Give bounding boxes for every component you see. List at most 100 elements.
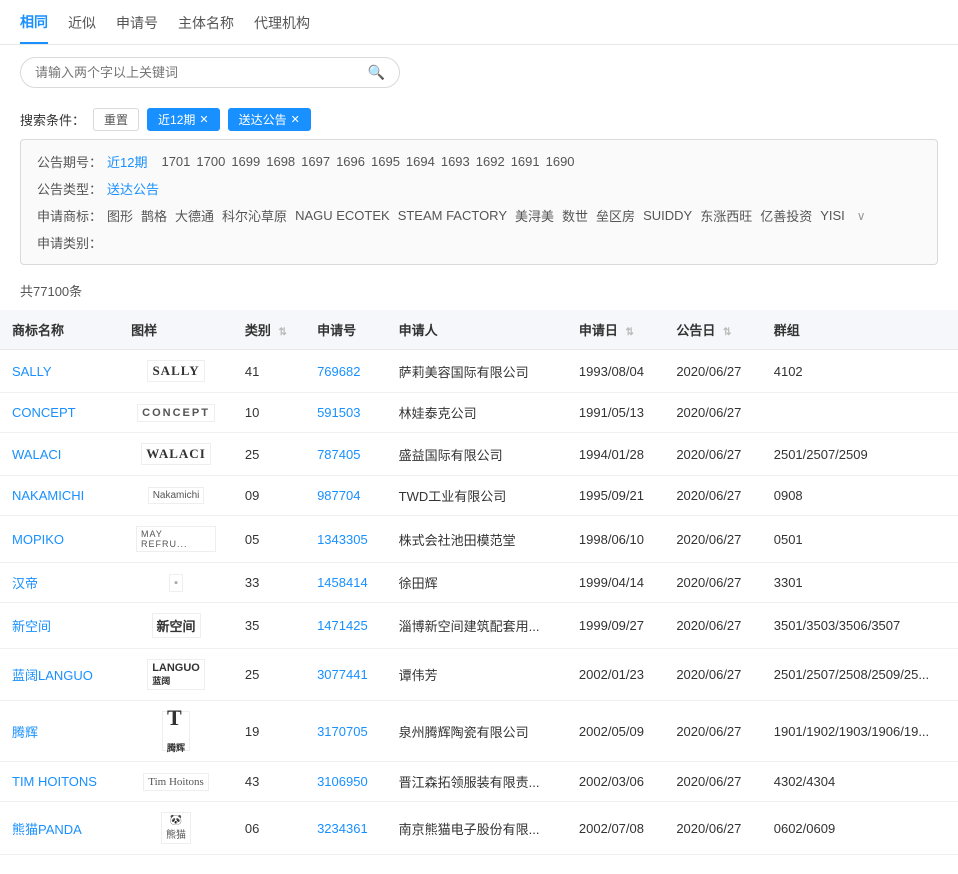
period-1699[interactable]: 1699: [231, 154, 260, 169]
cell-group-6: 3501/3503/3506/3507: [762, 603, 958, 649]
period-1692[interactable]: 1692: [476, 154, 505, 169]
top-nav: 相同 近似 申请号 主体名称 代理机构: [0, 0, 958, 45]
cell-category-9: 43: [233, 762, 305, 802]
cell-category-6: 35: [233, 603, 305, 649]
cell-logo-0: SALLY: [119, 350, 233, 393]
tm-大德通[interactable]: 大德通: [175, 206, 214, 225]
condition-period-list: 1701 1700 1699 1698 1697 1696 1695 1694 …: [161, 154, 574, 169]
cell-appno-8: 3170705: [305, 701, 387, 762]
table-row: WALACI WALACI 25 787405 盛益国际有限公司 1994/01…: [0, 433, 958, 476]
period-1701[interactable]: 1701: [161, 154, 190, 169]
tm-SUIDDY[interactable]: SUIDDY: [643, 208, 692, 223]
table-row: CONCEPT CONCEPT 10 591503 林娃泰克公司 1991/05…: [0, 393, 958, 433]
name-link-1[interactable]: CONCEPT: [12, 405, 76, 420]
period-1700[interactable]: 1700: [196, 154, 225, 169]
name-link-2[interactable]: WALACI: [12, 447, 61, 462]
cell-name-3: NAKAMICHI: [0, 476, 119, 516]
tm-美浔美[interactable]: 美浔美: [515, 206, 554, 225]
appno-link-6[interactable]: 1471425: [317, 618, 368, 633]
condition-period-key: 公告期号：: [37, 152, 107, 171]
appno-link-2[interactable]: 787405: [317, 447, 360, 462]
cell-pubdate-10: 2020/06/27: [664, 802, 761, 855]
table-row: 腾辉 T腾辉 19 3170705 泉州腾辉陶瓷有限公司 2002/05/09 …: [0, 701, 958, 762]
appno-link-8[interactable]: 3170705: [317, 724, 368, 739]
th-pubdate: 公告日 ⇅: [664, 310, 761, 350]
tm-科尔沁草原[interactable]: 科尔沁草原: [222, 206, 287, 225]
cell-logo-2: WALACI: [119, 433, 233, 476]
condition-type-val[interactable]: 送达公告: [107, 179, 159, 198]
name-link-5[interactable]: 汉帝: [12, 576, 38, 591]
cell-category-5: 33: [233, 563, 305, 603]
sort-category-icon[interactable]: ⇅: [279, 327, 287, 338]
tm-YISI[interactable]: YISI: [820, 208, 845, 223]
tm-数世[interactable]: 数世: [562, 206, 588, 225]
cell-applicant-6: 淄博新空间建筑配套用...: [387, 603, 567, 649]
nav-item-agency[interactable]: 代理机构: [254, 13, 310, 43]
cell-pubdate-5: 2020/06/27: [664, 563, 761, 603]
period-1694[interactable]: 1694: [406, 154, 435, 169]
appno-link-1[interactable]: 591503: [317, 405, 360, 420]
close-icon[interactable]: ✕: [199, 113, 208, 126]
tm-NAGU-ECOTEK[interactable]: NAGU ECOTEK: [295, 208, 390, 223]
cell-applicant-3: TWD工业有限公司: [387, 476, 567, 516]
table-row: NAKAMICHI Nakamichi 09 987704 TWD工业有限公司 …: [0, 476, 958, 516]
appno-link-10[interactable]: 3234361: [317, 821, 368, 836]
period-1690[interactable]: 1690: [546, 154, 575, 169]
condition-category-key: 申请类别：: [37, 233, 107, 252]
filter-tag-period[interactable]: 近12期✕: [147, 108, 220, 131]
name-link-4[interactable]: MOPIKO: [12, 532, 64, 547]
nav-item-xiangtong[interactable]: 相同: [20, 12, 48, 44]
expand-icon[interactable]: ∨: [857, 209, 866, 223]
appno-link-3[interactable]: 987704: [317, 488, 360, 503]
appno-link-4[interactable]: 1343305: [317, 532, 368, 547]
cell-logo-10: 🐼熊猫: [119, 802, 233, 855]
appno-link-9[interactable]: 3106950: [317, 774, 368, 789]
name-link-10[interactable]: 熊猫PANDA: [12, 822, 82, 837]
condition-trademark-list: 图形 鹊格 大德通 科尔沁草原 NAGU ECOTEK STEAM FACTOR…: [107, 206, 866, 225]
name-link-9[interactable]: TIM HOITONS: [12, 774, 97, 789]
nav-item-appno[interactable]: 申请号: [116, 13, 158, 43]
name-link-7[interactable]: 蓝阔LANGUO: [12, 668, 93, 683]
th-appno: 申请号: [305, 310, 387, 350]
tm-垒区房[interactable]: 垒区房: [596, 206, 635, 225]
cell-appno-2: 787405: [305, 433, 387, 476]
period-1695[interactable]: 1695: [371, 154, 400, 169]
period-1697[interactable]: 1697: [301, 154, 330, 169]
appno-link-7[interactable]: 3077441: [317, 667, 368, 682]
cell-applicant-8: 泉州腾辉陶瓷有限公司: [387, 701, 567, 762]
condition-period-active[interactable]: 近12期: [107, 152, 147, 171]
nav-item-subject[interactable]: 主体名称: [178, 13, 234, 43]
tm-STEAM-FACTORY[interactable]: STEAM FACTORY: [398, 208, 507, 223]
name-link-3[interactable]: NAKAMICHI: [12, 488, 84, 503]
cell-logo-5: ▪: [119, 563, 233, 603]
cell-applicant-0: 萨莉美容国际有限公司: [387, 350, 567, 393]
close-icon[interactable]: ✕: [291, 113, 300, 126]
cell-appno-5: 1458414: [305, 563, 387, 603]
table-row: 蓝阔LANGUO LANGUO蓝阔 25 3077441 谭伟芳 2002/01…: [0, 649, 958, 701]
filter-reset-button[interactable]: 重置: [93, 108, 139, 131]
tm-东涨西旺[interactable]: 东涨西旺: [700, 206, 752, 225]
period-1693[interactable]: 1693: [441, 154, 470, 169]
tm-亿善投资[interactable]: 亿善投资: [760, 206, 812, 225]
th-appdate: 申请日 ⇅: [567, 310, 664, 350]
period-1698[interactable]: 1698: [266, 154, 295, 169]
cell-appno-4: 1343305: [305, 516, 387, 563]
appno-link-0[interactable]: 769682: [317, 364, 360, 379]
cell-appno-1: 591503: [305, 393, 387, 433]
tm-鹊格[interactable]: 鹊格: [141, 206, 167, 225]
cell-group-10: 0602/0609: [762, 802, 958, 855]
period-1691[interactable]: 1691: [511, 154, 540, 169]
appno-link-5[interactable]: 1458414: [317, 575, 368, 590]
filter-tag-type[interactable]: 送达公告✕: [228, 108, 311, 131]
tm-图形[interactable]: 图形: [107, 206, 133, 225]
search-input[interactable]: [35, 65, 368, 80]
name-link-8[interactable]: 腾辉: [12, 725, 38, 740]
name-link-0[interactable]: SALLY: [12, 364, 52, 379]
sort-appdate-icon[interactable]: ⇅: [626, 327, 634, 338]
cell-appno-0: 769682: [305, 350, 387, 393]
name-link-6[interactable]: 新空间: [12, 619, 51, 634]
period-1696[interactable]: 1696: [336, 154, 365, 169]
nav-item-jinsi[interactable]: 近似: [68, 13, 96, 43]
sort-pubdate-icon[interactable]: ⇅: [723, 327, 731, 338]
search-icon[interactable]: 🔍: [368, 64, 385, 81]
